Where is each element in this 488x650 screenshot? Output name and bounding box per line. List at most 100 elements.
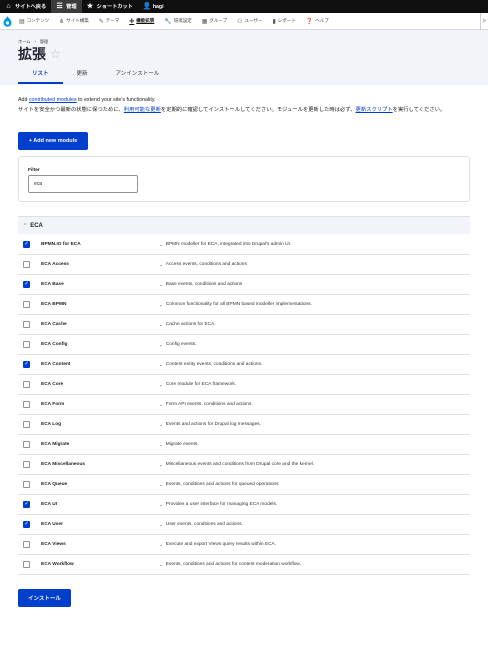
module-name[interactable]: ECA User <box>41 522 63 527</box>
module-name[interactable]: ECA Migrate <box>41 442 69 447</box>
tab-list[interactable]: リスト <box>18 70 63 84</box>
module-checkbox[interactable]: ✓ <box>23 361 30 368</box>
module-name[interactable]: ECA Core <box>41 382 63 387</box>
module-name[interactable]: ECA Log <box>41 422 61 427</box>
brush-icon: ✎ <box>98 18 104 25</box>
available-updates-link[interactable]: 利用可能な更新 <box>124 107 161 113</box>
module-description[interactable]: ⌄ BPMN modeller for ECA, integrated into … <box>159 242 291 248</box>
module-description[interactable]: ⌄ Config events. <box>159 342 196 348</box>
menu-label: ヘルプ <box>315 18 329 23</box>
table-row: ✓ BPMN.IO for ECA ⌄ BPMN modeller for ECA, … <box>18 235 470 255</box>
filter-input[interactable] <box>28 175 138 193</box>
tab-update[interactable]: 更新 <box>63 70 102 84</box>
module-description-text: Events and actions for Drupal log messag… <box>165 422 261 427</box>
chevron-down-icon: ⌄ <box>159 361 163 367</box>
module-description[interactable]: ⌄ Events, conditions and actions for queu… <box>159 482 279 488</box>
module-checkbox[interactable] <box>23 561 30 568</box>
orientation-toggle-icon[interactable]: |« <box>480 12 488 30</box>
menu-config[interactable]: 🔧 環境設定 <box>159 13 196 30</box>
menu-people[interactable]: ⚇ ユーザー <box>232 13 267 30</box>
menu-groups[interactable]: ▦ グループ <box>197 13 232 30</box>
star-icon: ★ <box>86 3 94 10</box>
chevron-down-icon: ⌄ <box>159 461 163 467</box>
module-name[interactable]: ECA Queue <box>41 482 67 487</box>
module-description[interactable]: ⌄ Base events, conditions and actions <box>159 282 242 288</box>
menu-appearance[interactable]: ✎ テーマ <box>94 13 125 30</box>
module-description[interactable]: ⌄ Cache actions for ECA. <box>159 322 216 328</box>
module-checkbox[interactable] <box>23 341 30 348</box>
add-new-module-button[interactable]: + Add new module <box>18 132 88 150</box>
menu-label: グループ <box>209 18 228 23</box>
menu-extend[interactable]: ✚ 機能拡張 <box>124 13 159 30</box>
module-name[interactable]: ECA Access <box>41 262 69 267</box>
module-description[interactable]: ⌄ Events, conditions and actions for cont… <box>159 562 301 568</box>
module-description-text: Base events, conditions and actions <box>165 282 243 287</box>
update-script-link[interactable]: 更新スクリプト <box>356 107 393 113</box>
module-description[interactable]: ⌄ Provides a user interface for managing … <box>159 502 277 508</box>
module-checkbox[interactable]: ✓ <box>23 521 30 528</box>
tab-uninstall[interactable]: アンインストール <box>102 70 174 84</box>
module-name[interactable]: ECA Content <box>41 362 70 367</box>
module-description[interactable]: ⌄ Content entity events, conditions and a… <box>159 362 262 368</box>
module-description[interactable]: ⌄ Events and actions for Drupal log messa… <box>159 422 261 428</box>
module-name[interactable]: ECA Views <box>41 542 66 547</box>
table-row: ECA Workflow ⌄ Events, conditions and acti… <box>18 555 470 575</box>
module-name[interactable]: ECA Form <box>41 402 64 407</box>
module-name[interactable]: ECA UI <box>41 502 57 507</box>
module-checkbox[interactable]: ✓ <box>23 501 30 508</box>
table-row: ECA Views ⌄ Execute and export Views query… <box>18 535 470 555</box>
module-description-text: Events, conditions and actions for conte… <box>165 562 301 567</box>
drupal-logo-icon[interactable] <box>0 13 14 30</box>
module-description[interactable]: ⌄ Common functionality for all BPMN based… <box>159 302 312 308</box>
intro-line-2: サイトを安全かつ最新の状態に保つために、利用可能な更新を定期的に確認してインスト… <box>18 106 478 115</box>
module-name[interactable]: BPMN.IO for ECA <box>41 242 81 247</box>
manage-tab[interactable]: ☰ 管理 <box>51 0 82 13</box>
contributed-modules-link[interactable]: contributed modules <box>29 97 77 103</box>
install-button[interactable]: インストール <box>18 589 71 607</box>
module-name[interactable]: ECA Miscellaneous <box>41 462 85 467</box>
table-row: ECA Miscellaneous ⌄ Miscellaneous events a… <box>18 455 470 475</box>
module-description[interactable]: ⌄ Execute and export Views query results … <box>159 542 276 548</box>
module-description[interactable]: ⌄ Form API events, conditions and actions… <box>159 402 253 408</box>
module-description[interactable]: ⌄ Core module for ECA framework. <box>159 382 236 388</box>
module-name[interactable]: ECA BPMN <box>41 302 66 307</box>
package-details: ⌃ ECA ✓ BPMN.IO for ECA ⌄ BPMN modeller for… <box>18 216 470 575</box>
page-title: 拡張 ☆ <box>18 44 61 64</box>
module-checkbox[interactable] <box>23 261 30 268</box>
module-checkbox[interactable] <box>23 541 30 548</box>
chevron-down-icon: ⌄ <box>159 441 163 447</box>
shortcut-star-icon[interactable]: ☆ <box>50 47 61 61</box>
module-checkbox[interactable]: ✓ <box>23 241 30 248</box>
user-tab[interactable]: 👤 hagi <box>138 0 169 13</box>
back-to-site-link[interactable]: ⌂ サイトへ戻る <box>0 0 51 13</box>
shortcuts-tab[interactable]: ★ ショートカット <box>82 0 138 13</box>
page-header: ホーム › 管理 拡張 ☆ リスト 更新 アンインストール <box>0 30 488 85</box>
primary-tabs: リスト 更新 アンインストール <box>18 70 173 84</box>
module-checkbox[interactable] <box>23 421 30 428</box>
module-name[interactable]: ECA Workflow <box>41 562 74 567</box>
module-description[interactable]: ⌄ Miscellaneous events and conditions fro… <box>159 462 314 468</box>
module-checkbox[interactable] <box>23 461 30 468</box>
admin-menu: ▤ コンテンツ ⋔ サイト構築 ✎ テーマ ✚ 機能拡張 🔧 環境設定 ▦ グループ ⚇ ユー… <box>0 12 488 30</box>
module-checkbox[interactable]: ✓ <box>23 281 30 288</box>
menu-label: レポート <box>277 18 296 23</box>
module-name[interactable]: ECA Config <box>41 342 67 347</box>
package-summary[interactable]: ⌃ ECA <box>18 216 470 234</box>
module-checkbox[interactable] <box>23 441 30 448</box>
module-checkbox[interactable] <box>23 321 30 328</box>
module-checkbox[interactable] <box>23 481 30 488</box>
module-checkbox[interactable] <box>23 401 30 408</box>
menu-help[interactable]: ❓ ヘルプ <box>301 13 334 30</box>
module-description[interactable]: ⌄ Migrate events. <box>159 442 199 448</box>
table-row: ECA Cache ⌄ Cache actions for ECA. <box>18 315 470 335</box>
module-description[interactable]: ⌄ Access events, conditions and actions <box>159 262 247 268</box>
module-checkbox[interactable] <box>23 381 30 388</box>
menu-reports[interactable]: ▮ レポート <box>267 13 300 30</box>
module-name[interactable]: ECA Cache <box>41 322 67 327</box>
module-description[interactable]: ⌄ User events, conditions and actions. <box>159 522 243 528</box>
menu-structure[interactable]: ⋔ サイト構築 <box>54 13 94 30</box>
menu-content[interactable]: ▤ コンテンツ <box>14 13 54 30</box>
module-name[interactable]: ECA Base <box>41 282 64 287</box>
module-checkbox[interactable] <box>23 301 30 308</box>
module-description-text: Migrate events. <box>165 442 199 447</box>
